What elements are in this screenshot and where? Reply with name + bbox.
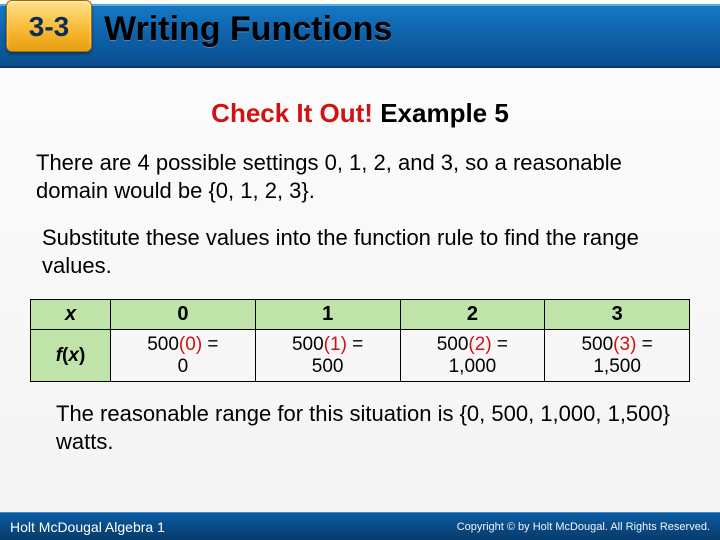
book-title: Holt McDougal Algebra 1 — [10, 519, 165, 535]
x-header: x — [31, 300, 111, 330]
c2-pre: 500 — [437, 334, 469, 355]
example-number: Example 5 — [373, 98, 509, 128]
c1-pre: 500 — [292, 334, 324, 355]
col-0-fx: 500(0) = 0 — [111, 330, 256, 382]
function-table: x 0 1 2 3 f(x) 500(0) =0 500(1) =500 500… — [30, 299, 690, 382]
col-3-fx: 500(3) =1,500 — [545, 330, 690, 382]
c1-eq: = — [347, 334, 363, 355]
c3-eq: = — [636, 334, 652, 355]
c3-pre: 500 — [581, 334, 613, 355]
col-1-fx: 500(1) =500 — [255, 330, 400, 382]
c2-arg: (2) — [468, 334, 491, 355]
col-3-x: 3 — [545, 300, 690, 330]
lesson-number-badge: 3-3 — [6, 0, 92, 52]
example-heading: Check It Out! Example 5 — [28, 98, 692, 129]
c0-eq: = — [202, 334, 218, 355]
col-1-x: 1 — [255, 300, 400, 330]
footer-bar: Holt McDougal Algebra 1 Copyright © by H… — [0, 512, 720, 540]
range-conclusion: The reasonable range for this situation … — [56, 400, 674, 455]
content-area: Check It Out! Example 5 There are 4 poss… — [0, 68, 720, 455]
col-2-x: 2 — [400, 300, 545, 330]
title-bar: 3-3 Writing Functions — [0, 4, 720, 68]
c0-arg: (0) — [179, 334, 202, 355]
c1-arg: (1) — [324, 334, 347, 355]
col-0-x: 0 — [111, 300, 256, 330]
domain-paragraph: There are 4 possible settings 0, 1, 2, a… — [36, 149, 684, 204]
c0-pre: 500 — [147, 334, 179, 355]
check-it-out-label: Check It Out! — [211, 98, 373, 128]
copyright-text: Copyright © by Holt McDougal. All Rights… — [457, 521, 710, 533]
close-paren: ) — [79, 345, 85, 366]
instruction-paragraph: Substitute these values into the functio… — [42, 224, 688, 279]
c2-res: 1,000 — [449, 356, 497, 377]
c3-arg: (3) — [613, 334, 636, 355]
c0-res: 0 — [178, 356, 189, 377]
c1-res: 500 — [312, 356, 344, 377]
lesson-title: Writing Functions — [104, 10, 392, 49]
x-letter: x — [68, 345, 79, 366]
table-value-row: f(x) 500(0) =0 500(1) =500 500(2) =1,000… — [31, 330, 690, 382]
table-header-row: x 0 1 2 3 — [31, 300, 690, 330]
fx-header: f(x) — [31, 330, 111, 382]
col-2-fx: 500(2) =1,000 — [400, 330, 545, 382]
c2-eq: = — [492, 334, 508, 355]
slide: 3-3 Writing Functions Check It Out! Exam… — [0, 0, 720, 540]
c3-res: 1,500 — [593, 356, 641, 377]
